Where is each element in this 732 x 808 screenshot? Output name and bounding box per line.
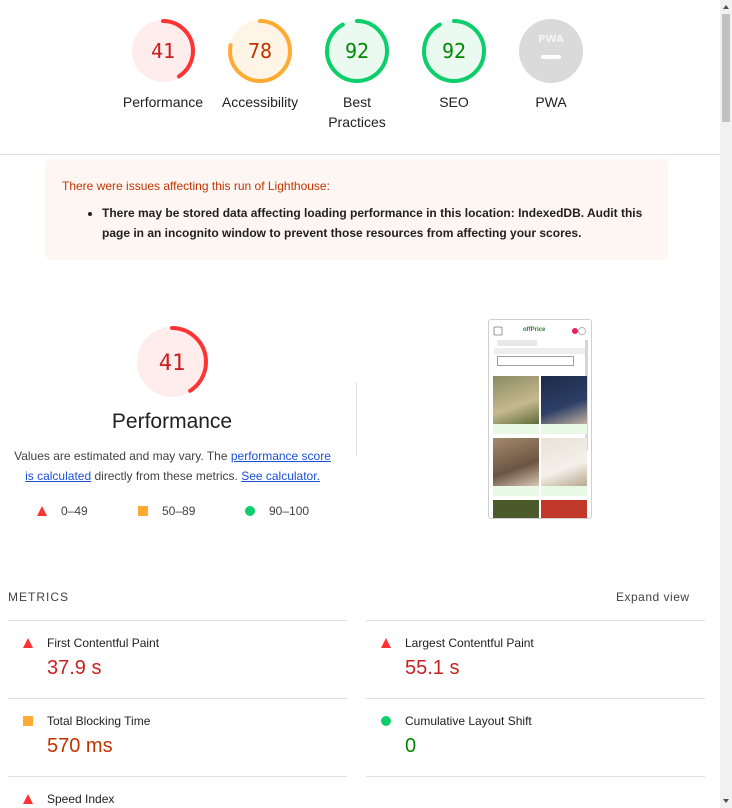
legend-pass: 90–100	[245, 504, 309, 518]
legend-range: 50–89	[162, 504, 196, 518]
metrics-heading: METRICS	[8, 590, 69, 604]
metrics-divider	[8, 776, 347, 777]
gauge-label-line1: Best	[342, 94, 371, 110]
metric-fcp-value: 37.9 s	[47, 657, 102, 679]
metrics-divider	[8, 620, 347, 621]
pwa-badge-text: PWA	[538, 34, 564, 45]
header-divider	[0, 154, 720, 155]
gauge-score: 92	[345, 39, 369, 63]
gauge-score: 78	[248, 39, 272, 63]
gauge-accessibility[interactable]: 78 Accessibility	[210, 18, 310, 112]
desc-text-1: Values are estimated and may vary. The	[14, 449, 231, 463]
thumb-product-image	[541, 376, 587, 424]
metric-cls-label: Cumulative Layout Shift	[405, 714, 532, 728]
gauge-performance[interactable]: 41 Performance	[113, 18, 213, 112]
gauge-ring: 92	[325, 19, 389, 83]
performance-gauge: 41	[136, 326, 208, 398]
metrics-divider	[366, 776, 705, 777]
warning-item: There may be stored data affecting loadi…	[102, 203, 650, 243]
scroll-up-arrow-icon[interactable]	[720, 0, 732, 14]
scrollbar-thumb[interactable]	[722, 14, 730, 122]
thumb-product-info	[541, 486, 587, 496]
square-average-icon	[138, 506, 148, 516]
thumb-logo: offPrice	[523, 327, 546, 333]
desc-text-2: directly from these metrics.	[91, 469, 242, 483]
run-warning-box: There were issues affecting this run of …	[45, 159, 668, 260]
circle-pass-icon	[245, 506, 255, 516]
performance-score: 41	[159, 351, 186, 376]
thumb-chips	[494, 348, 586, 354]
thumb-tabs	[497, 340, 537, 346]
warning-list: There may be stored data affecting loadi…	[62, 203, 650, 243]
metric-si-label: Speed Index	[47, 792, 115, 806]
legend-range: 0–49	[61, 504, 88, 518]
legend-average: 50–89	[138, 504, 195, 518]
warning-title: There were issues affecting this run of …	[62, 179, 330, 193]
gauge-score: 41	[151, 39, 175, 63]
thumb-product-image	[493, 438, 539, 486]
gauge-label-line2: Practices	[328, 114, 386, 130]
thumb-search	[497, 356, 574, 366]
gauge-ring: 41	[131, 19, 195, 83]
gauge-label: Performance	[122, 94, 204, 110]
thumb-product-image	[541, 500, 587, 518]
thumb-product-info	[541, 424, 587, 434]
gauge-score: 92	[442, 39, 466, 63]
category-gauges: 41 Performance 78 Accessibility 92 Best …	[0, 0, 720, 155]
gauge-seo[interactable]: 92 SEO	[404, 18, 504, 112]
thumb-product-image	[493, 376, 539, 424]
metric-tbt-value: 570 ms	[47, 735, 113, 757]
calculator-link[interactable]: See calculator.	[241, 469, 320, 483]
gauge-pwa[interactable]: PWA PWA	[501, 18, 601, 112]
gauge-ring: 78	[228, 19, 292, 83]
gauge-label: Accessibility	[221, 94, 299, 110]
thumb-product-image	[493, 500, 539, 518]
expand-view-toggle[interactable]: Expand view	[616, 590, 690, 604]
metric-lcp-label: Largest Contentful Paint	[405, 636, 534, 650]
legend-fail: 0–49	[37, 504, 88, 518]
thumb-product-info	[493, 486, 539, 496]
triangle-fail-icon	[381, 638, 391, 648]
circle-pass-icon	[381, 716, 391, 726]
gauge-label: SEO	[439, 94, 469, 110]
scroll-down-arrow-icon[interactable]	[720, 794, 732, 808]
pwa-badge-icon: PWA	[519, 19, 583, 83]
metric-lcp-value: 55.1 s	[405, 657, 460, 679]
gauge-best-practices[interactable]: 92 Best Practices	[307, 18, 407, 132]
performance-description: Values are estimated and may vary. The p…	[10, 446, 335, 486]
summary-divider	[356, 382, 357, 456]
legend-range: 90–100	[269, 504, 310, 518]
thumb-product-info	[493, 424, 539, 434]
gauge-ring: 92	[422, 19, 486, 83]
gauge-label: Best Practices	[307, 92, 407, 132]
triangle-fail-icon	[23, 638, 33, 648]
metric-tbt-label: Total Blocking Time	[47, 714, 151, 728]
metrics-divider	[366, 698, 705, 699]
square-average-icon	[23, 716, 33, 726]
metric-cls-value: 0	[405, 735, 417, 757]
metric-fcp-label: First Contentful Paint	[47, 636, 160, 650]
final-screenshot-thumbnail[interactable]: offPrice	[488, 319, 592, 519]
triangle-fail-icon	[37, 506, 47, 516]
performance-title: Performance	[111, 410, 233, 433]
metrics-divider	[366, 620, 705, 621]
gauge-label: PWA	[535, 94, 567, 110]
thumb-product-image	[541, 438, 587, 486]
triangle-fail-icon	[23, 794, 33, 804]
metrics-divider	[8, 698, 347, 699]
window-scrollbar[interactable]	[720, 0, 732, 808]
